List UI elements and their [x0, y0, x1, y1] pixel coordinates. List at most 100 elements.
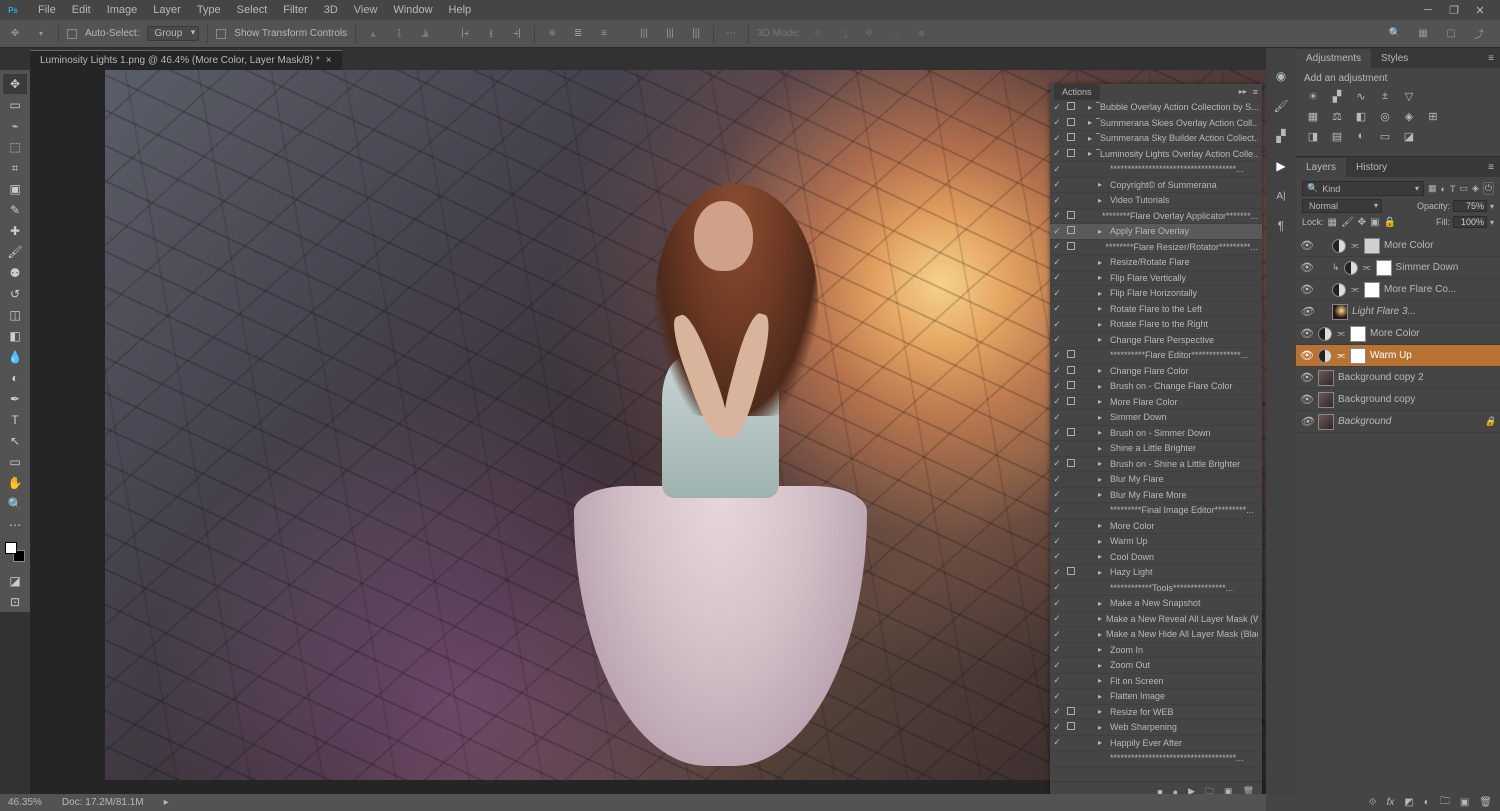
history-tab[interactable]: History — [1346, 158, 1397, 177]
visibility-toggle[interactable]: 👁 — [1300, 349, 1314, 362]
zoom-tool[interactable]: 🔍 — [3, 494, 27, 514]
action-item[interactable]: ✓▸Shine a Little Brighter — [1050, 441, 1262, 457]
layer-row[interactable]: 👁Background copy — [1296, 389, 1500, 411]
auto-select-checkbox[interactable] — [67, 29, 77, 39]
new-layer-icon[interactable]: ▣ — [1460, 797, 1469, 808]
menu-type[interactable]: Type — [189, 1, 229, 19]
filter-pixel-icon[interactable]: ▦ — [1428, 183, 1437, 194]
layer-row[interactable]: 👁↳⫘Simmer Down — [1296, 257, 1500, 279]
edit-toolbar[interactable]: ⋯ — [3, 515, 27, 535]
type-tool[interactable]: T — [3, 410, 27, 430]
curves-icon[interactable]: ∿ — [1352, 88, 1370, 104]
align-vcenter-icon[interactable]: ⫱ — [390, 25, 408, 43]
zoom-level[interactable]: 46.35% — [8, 797, 42, 808]
distribute-vcenter-icon[interactable]: ≣ — [569, 25, 587, 43]
action-item[interactable]: ✓▸Change Flare Perspective — [1050, 333, 1262, 349]
invert-icon[interactable]: ◨ — [1304, 128, 1322, 144]
action-item[interactable]: ✓▸Resize/Rotate Flare — [1050, 255, 1262, 271]
selective-color-icon[interactable]: ◪ — [1400, 128, 1418, 144]
action-item[interactable]: ✓▸Video Tutorials — [1050, 193, 1262, 209]
menu-select[interactable]: Select — [229, 1, 276, 19]
lock-position-icon[interactable]: ✥ — [1358, 217, 1366, 228]
tab-close-icon[interactable]: × — [326, 55, 332, 66]
action-item[interactable]: ✓▸Rotate Flare to the Right — [1050, 317, 1262, 333]
document-tab[interactable]: Luminosity Lights 1.png @ 46.4% (More Co… — [30, 50, 342, 70]
layer-row[interactable]: 👁⫘More Color — [1296, 235, 1500, 257]
action-item[interactable]: ************************************... — [1050, 751, 1262, 767]
visibility-toggle[interactable]: 👁 — [1300, 283, 1314, 296]
color-panel-icon[interactable]: ◉ — [1271, 66, 1291, 86]
action-item[interactable]: ✓▸Make a New Hide All Layer Mask (Black) — [1050, 627, 1262, 643]
threshold-icon[interactable]: ◐ — [1352, 128, 1370, 144]
quick-select-tool[interactable]: ⬚ — [3, 137, 27, 157]
action-item[interactable]: ✓********Flare Resizer/Rotator*********.… — [1050, 240, 1262, 256]
distribute-bottom-icon[interactable]: ≡ — [595, 25, 613, 43]
action-item[interactable]: ✓************Tools***************... — [1050, 581, 1262, 597]
filter-toggle[interactable]: ⏻ — [1483, 182, 1494, 195]
menu-image[interactable]: Image — [99, 1, 146, 19]
action-item[interactable]: ✓▸More Flare Color — [1050, 395, 1262, 411]
shape-tool[interactable]: ▭ — [3, 452, 27, 472]
visibility-toggle[interactable]: 👁 — [1300, 239, 1314, 252]
restore-icon[interactable]: ❐ — [1446, 4, 1462, 17]
eraser-tool[interactable]: ◫ — [3, 305, 27, 325]
layer-row[interactable]: 👁Background🔒 — [1296, 411, 1500, 433]
exposure-icon[interactable]: ± — [1376, 88, 1394, 104]
collapse-panel-icon[interactable]: ▸▸ — [1239, 87, 1247, 97]
align-left-icon[interactable]: |⫞ — [456, 25, 474, 43]
delete-layer-icon[interactable]: 🗑 — [1479, 797, 1492, 808]
actions-tab[interactable]: Actions — [1054, 84, 1100, 100]
lock-all-icon[interactable]: 🔒 — [1384, 217, 1396, 228]
panel-menu-icon[interactable]: ≡ — [1478, 49, 1500, 68]
adjustment-layer-icon[interactable]: ◐ — [1424, 797, 1430, 808]
fill-input[interactable] — [1453, 216, 1487, 228]
arrange-docs-icon[interactable]: ▦ — [1414, 25, 1432, 43]
screen-mode[interactable]: ⊡ — [3, 592, 27, 612]
align-right-icon[interactable]: ⫞| — [508, 25, 526, 43]
posterize-icon[interactable]: ▤ — [1328, 128, 1346, 144]
visibility-toggle[interactable]: 👁 — [1300, 393, 1314, 406]
frame-tool[interactable]: ▣ — [3, 179, 27, 199]
status-chevron-icon[interactable]: ▸ — [164, 797, 169, 808]
eyedropper-tool[interactable]: ✎ — [3, 200, 27, 220]
lasso-tool[interactable]: ⌁ — [3, 116, 27, 136]
color-balance-icon[interactable]: ⚖ — [1328, 108, 1346, 124]
action-item[interactable]: ✓▸Apply Flare Overlay — [1050, 224, 1262, 240]
action-item[interactable]: ✓▸Flatten Image — [1050, 689, 1262, 705]
layer-row[interactable]: 👁⫘Warm Up — [1296, 345, 1500, 367]
styles-tab[interactable]: Styles — [1371, 49, 1418, 68]
action-item[interactable]: ✓▸Make a New Snapshot — [1050, 596, 1262, 612]
history-brush-tool[interactable]: ↺ — [3, 284, 27, 304]
link-layers-icon[interactable]: ⟐ — [1369, 797, 1377, 808]
layer-filter-kind[interactable]: 🔍Kind▾ — [1302, 181, 1424, 196]
action-item[interactable]: ✓▸Rotate Flare to the Left — [1050, 302, 1262, 318]
minimize-icon[interactable]: ─ — [1420, 4, 1436, 17]
visibility-toggle[interactable]: 👁 — [1300, 261, 1314, 274]
lock-transparent-icon[interactable]: ▦ — [1328, 217, 1337, 228]
panel-menu-icon[interactable]: ≡ — [1478, 158, 1500, 177]
visibility-toggle[interactable]: 👁 — [1300, 305, 1314, 318]
action-item[interactable]: ✓▸Brush on - Change Flare Color — [1050, 379, 1262, 395]
adjustments-tab[interactable]: Adjustments — [1296, 49, 1371, 68]
action-item[interactable]: ✓▸Fit on Screen — [1050, 674, 1262, 690]
action-item[interactable]: ✓▸Make a New Reveal All Layer Mask (W... — [1050, 612, 1262, 628]
action-item[interactable]: ✓▸Flip Flare Vertically — [1050, 271, 1262, 287]
action-set[interactable]: ✓▸Summerana Skies Overlay Action Coll... — [1050, 116, 1262, 132]
character-panel-icon[interactable]: A| — [1271, 186, 1291, 206]
action-item[interactable]: ✓▸Blur My Flare More — [1050, 488, 1262, 504]
menu-view[interactable]: View — [346, 1, 386, 19]
layer-fx-icon[interactable]: fx — [1387, 797, 1395, 808]
distribute-top-icon[interactable]: ≡ — [543, 25, 561, 43]
action-item[interactable]: ✓▸More Color — [1050, 519, 1262, 535]
show-transform-checkbox[interactable] — [216, 29, 226, 39]
crop-tool[interactable]: ⌗ — [3, 158, 27, 178]
layers-tab[interactable]: Layers — [1296, 158, 1346, 177]
color-swatches[interactable] — [5, 542, 25, 562]
layer-mask-icon[interactable]: ◩ — [1404, 797, 1413, 808]
align-top-icon[interactable]: ⫠ — [364, 25, 382, 43]
distribute-left-icon[interactable]: ||| — [635, 25, 653, 43]
action-item[interactable]: ✓▸Flip Flare Horizontally — [1050, 286, 1262, 302]
hue-sat-icon[interactable]: ▦ — [1304, 108, 1322, 124]
action-item[interactable]: ✓**********Flare Editor**************... — [1050, 348, 1262, 364]
pen-tool[interactable]: ✒ — [3, 389, 27, 409]
